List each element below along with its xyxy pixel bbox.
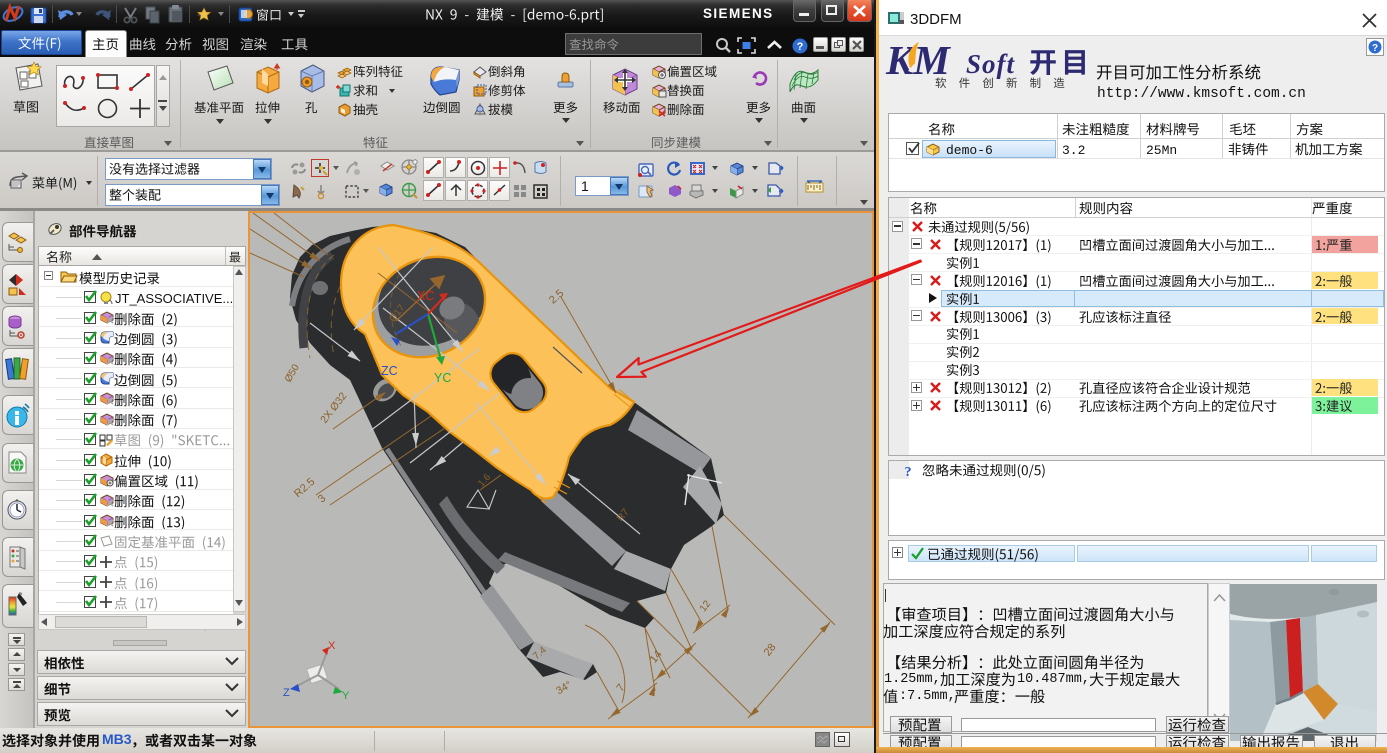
svg-text:Y: Y xyxy=(342,690,350,702)
svg-text:?: ? xyxy=(1372,43,1378,54)
svg-text:X: X xyxy=(328,640,336,652)
svg-text:?: ? xyxy=(905,465,912,480)
svg-text:?: ? xyxy=(797,41,804,53)
svg-text:Z: Z xyxy=(283,687,290,699)
